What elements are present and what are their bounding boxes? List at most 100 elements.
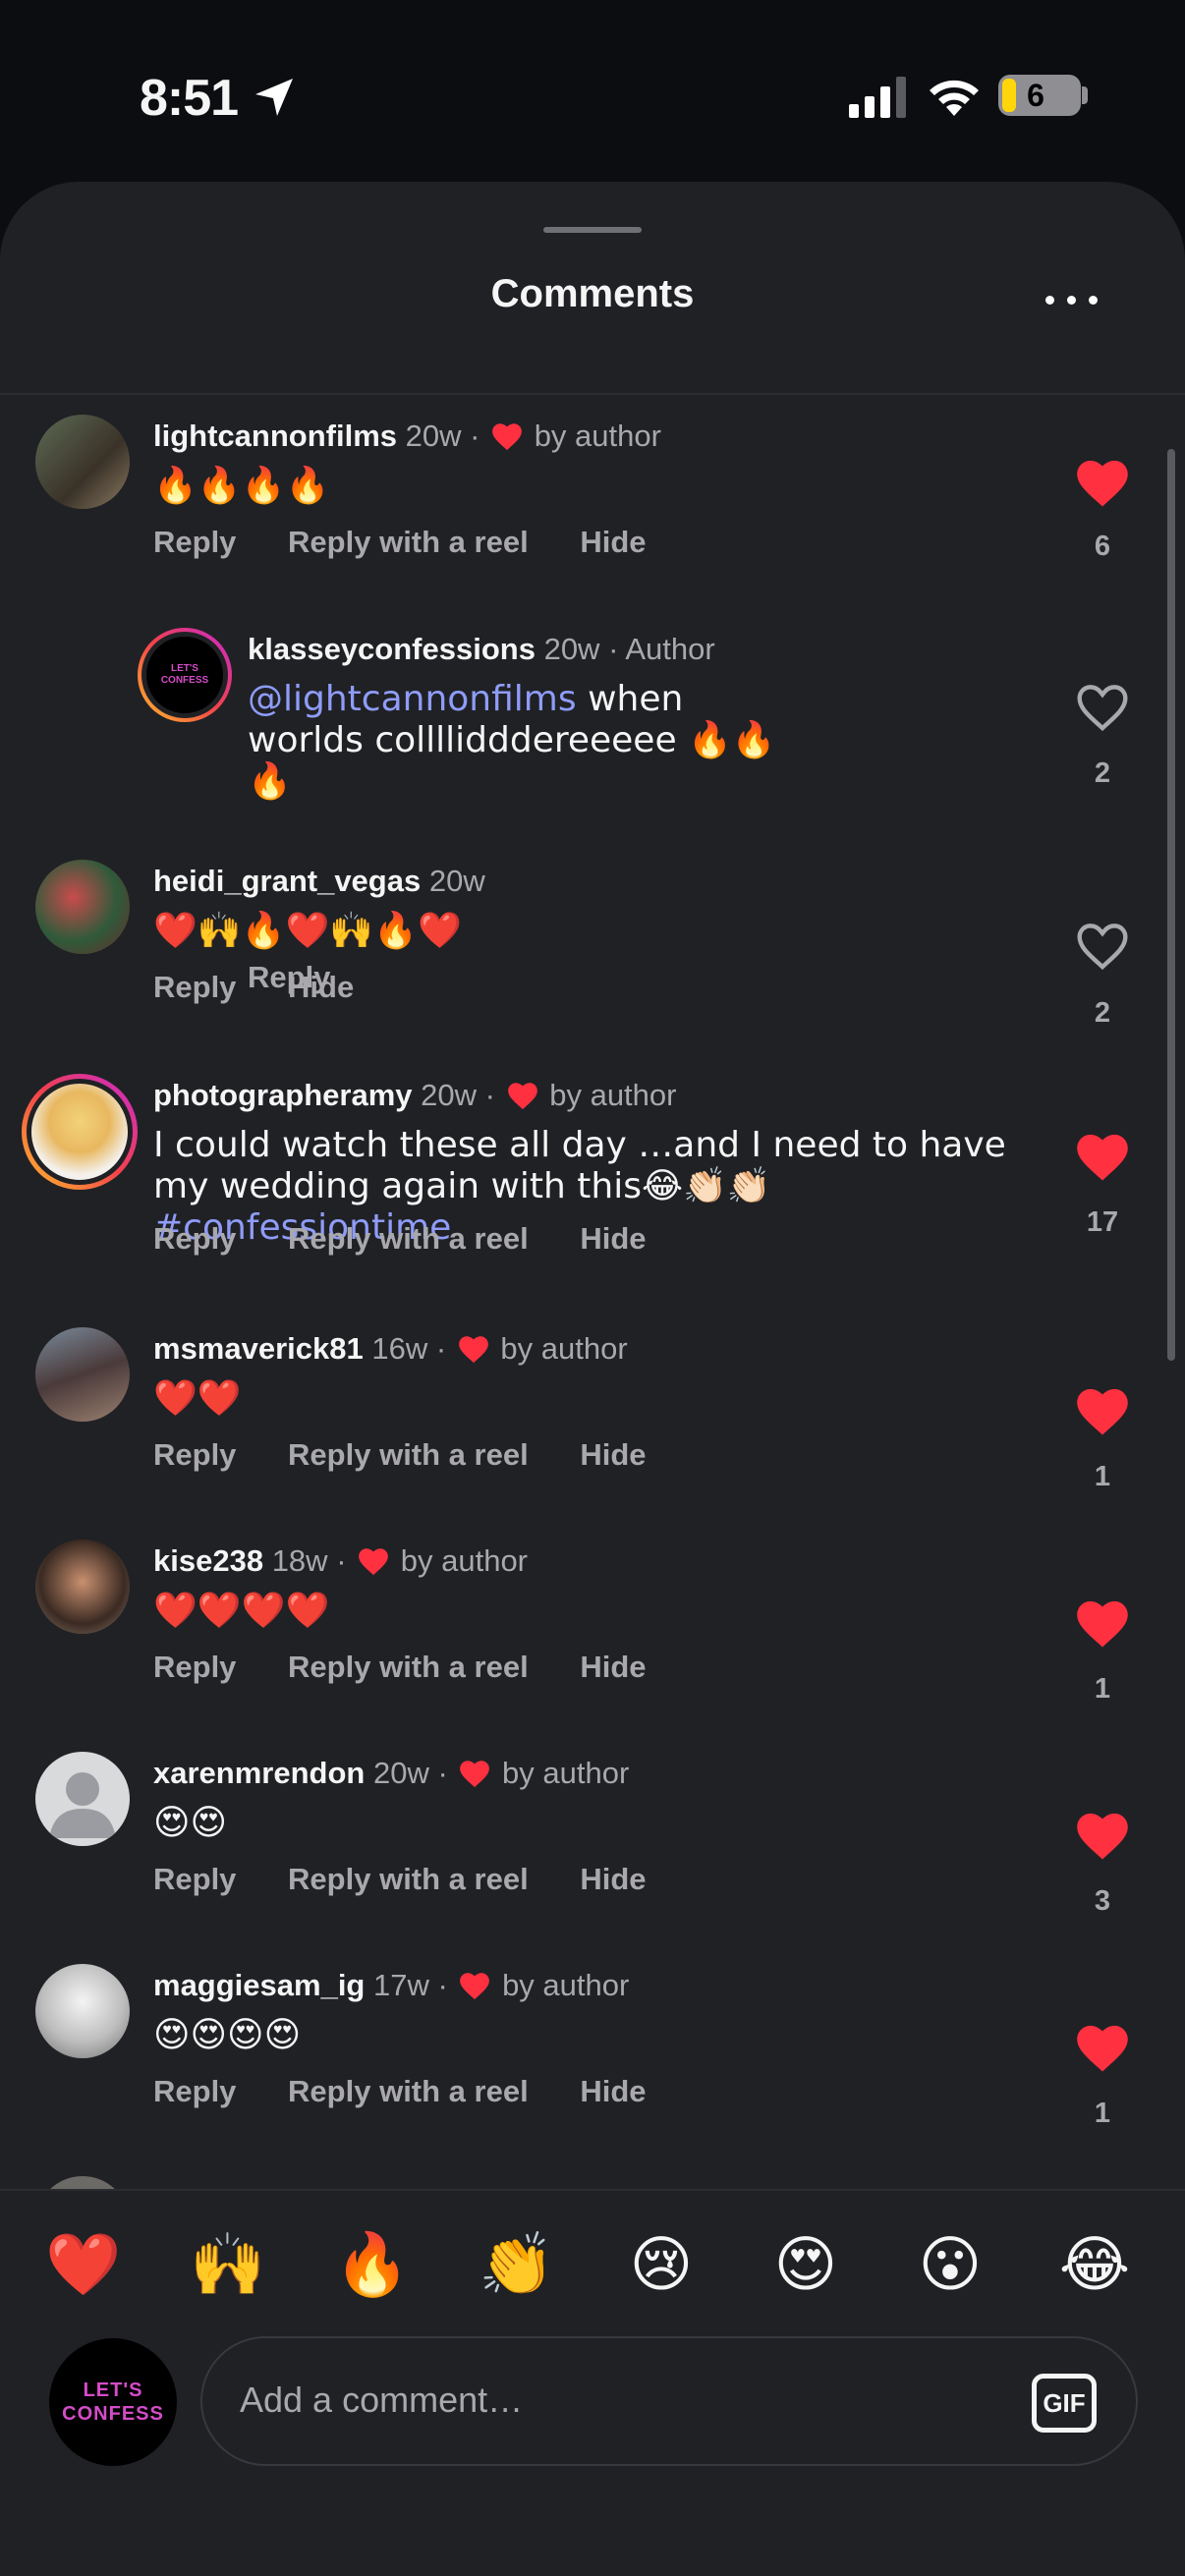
heart-filled-icon[interactable] — [1073, 456, 1132, 509]
avatar[interactable] — [35, 1540, 130, 1634]
like-count: 1 — [1094, 1461, 1111, 1492]
composer-avatar: LET'S CONFESS — [49, 2338, 177, 2466]
sheet-grabber[interactable] — [543, 227, 642, 233]
heart-outline-icon[interactable] — [1073, 680, 1132, 733]
comment-meta-suffix: by author — [502, 1756, 630, 1790]
avatar[interactable]: LET'S CONFESS — [138, 628, 232, 722]
hide-button[interactable]: Hide — [580, 525, 646, 559]
comment-username[interactable]: kise238 — [153, 1543, 263, 1578]
avatar[interactable] — [35, 860, 130, 954]
like-count: 17 — [1086, 1206, 1119, 1238]
status-time: 8:51 — [140, 70, 239, 127]
like-count: 2 — [1094, 757, 1111, 789]
more-options-button[interactable] — [1042, 280, 1104, 319]
hide-button[interactable]: Hide — [580, 1862, 646, 1896]
comment-text: 😍😍😍😍 — [153, 2015, 302, 2055]
default-avatar-icon[interactable] — [35, 1752, 130, 1846]
avatar[interactable] — [35, 1327, 130, 1422]
quick-reactions: ❤️ 🙌 🔥 👏 😢 😍 😮 😂 — [0, 2220, 1185, 2309]
hide-button[interactable]: Hide — [580, 1221, 646, 1256]
scrollbar[interactable] — [1167, 449, 1175, 1361]
comment-age: 20w — [405, 419, 462, 453]
comment-username[interactable]: xarenmrendon — [153, 1756, 365, 1790]
comment-username[interactable]: photographeramy — [153, 1078, 413, 1112]
comment-username[interactable]: maggiesam_ig — [153, 1968, 365, 2002]
heart-filled-icon[interactable] — [1073, 1809, 1132, 1862]
like-count: 1 — [1094, 2098, 1111, 2129]
heart-filled-icon[interactable] — [1073, 2021, 1132, 2074]
reply-with-reel-button[interactable]: Reply with a reel — [288, 1862, 529, 1896]
wifi-icon — [930, 80, 979, 116]
reply-with-reel-button[interactable]: Reply with a reel — [288, 1437, 529, 1472]
avatar[interactable] — [35, 415, 130, 509]
reply-button[interactable]: Reply — [153, 970, 236, 1004]
reaction-clap[interactable]: 👏 — [473, 2220, 561, 2309]
reaction-raised-hands[interactable]: 🙌 — [184, 2220, 272, 2309]
reply-with-reel-button[interactable]: Reply with a reel — [288, 2074, 529, 2108]
reply-button[interactable]: Reply — [153, 1221, 236, 1256]
comment-age: 17w — [373, 1968, 429, 2002]
status-bar: 8:51 6 — [0, 0, 1185, 187]
comment-meta-suffix: by author — [534, 419, 661, 453]
comment-text: 😍😍 — [153, 1803, 228, 1843]
comment-meta-suffix: by author — [400, 1543, 529, 1578]
heart-filled-icon[interactable] — [1073, 1384, 1132, 1437]
heart-filled-icon[interactable] — [1073, 1596, 1132, 1650]
location-arrow-icon — [255, 79, 293, 116]
comment-username[interactable]: lightcannonfilms — [153, 419, 397, 453]
comment-username[interactable]: msmaverick81 — [153, 1331, 364, 1366]
avatar[interactable] — [35, 1964, 130, 2058]
like-count: 6 — [1094, 531, 1111, 562]
like-count: 1 — [1094, 1673, 1111, 1705]
author-heart-icon — [458, 1336, 488, 1364]
battery-level: 6 — [1027, 78, 1044, 113]
gif-button[interactable]: GIF — [1032, 2374, 1097, 2433]
reaction-laughing[interactable]: 😂 — [1050, 2220, 1139, 2309]
author-heart-icon — [507, 1083, 537, 1110]
reaction-heart[interactable]: ❤️ — [39, 2220, 128, 2309]
comment-text: ❤️❤️ — [153, 1378, 242, 1419]
avatar[interactable] — [22, 1074, 138, 1190]
heart-filled-icon[interactable] — [1073, 1130, 1132, 1183]
cellular-signal-icon — [849, 77, 906, 118]
header-divider — [0, 393, 1185, 395]
reaction-surprised[interactable]: 😮 — [906, 2220, 994, 2309]
reply-button[interactable]: Reply — [153, 1862, 236, 1896]
like-count: 3 — [1094, 1885, 1111, 1917]
comment-age: 16w — [371, 1331, 428, 1366]
comment-text: ❤️❤️❤️❤️ — [153, 1591, 330, 1631]
like-count: 2 — [1094, 997, 1111, 1029]
reply-button[interactable]: Reply — [153, 1437, 236, 1472]
hide-button[interactable]: Hide — [580, 1650, 646, 1684]
author-heart-icon — [359, 1548, 388, 1576]
reply-with-reel-button[interactable]: Reply with a reel — [288, 1650, 529, 1684]
hide-button[interactable]: Hide — [580, 1437, 646, 1472]
reply-with-reel-button[interactable]: Reply with a reel — [288, 1221, 529, 1256]
avatar-logo-text: LET'S CONFESS — [160, 663, 209, 686]
reaction-heart-eyes[interactable]: 😍 — [762, 2220, 850, 2309]
reaction-fire[interactable]: 🔥 — [328, 2220, 417, 2309]
reply-button[interactable]: Reply — [153, 1650, 236, 1684]
comment-text: ❤️🙌🔥❤️🙌🔥❤️ — [153, 911, 462, 951]
comment-age: 20w — [372, 1756, 429, 1790]
comment-username[interactable]: heidi_grant_vegas — [153, 864, 421, 898]
comment-username[interactable]: klasseyconfessions — [248, 632, 536, 666]
reply-with-reel-button[interactable]: Reply with a reel — [288, 525, 529, 559]
reply-button[interactable]: Reply — [153, 525, 236, 559]
mention-link[interactable]: @lightcannonfilms — [248, 679, 577, 719]
heart-outline-icon[interactable] — [1073, 919, 1132, 972]
author-heart-icon — [492, 423, 522, 451]
hide-button[interactable]: Hide — [580, 2074, 646, 2108]
comment-meta-suffix: by author — [500, 1331, 628, 1366]
comment-input-placeholder: Add a comment… — [240, 2380, 524, 2420]
hide-button[interactable]: Hide — [288, 970, 354, 1004]
comment-age: 20w — [543, 632, 600, 666]
reaction-crying[interactable]: 😢 — [617, 2220, 705, 2309]
comment-meta-suffix: by author — [502, 1968, 630, 2002]
comment-age: 20w — [428, 864, 485, 898]
comment-input[interactable]: Add a comment… GIF — [200, 2336, 1138, 2466]
battery-icon: 6 — [998, 75, 1081, 116]
reply-button[interactable]: Reply — [153, 2074, 236, 2108]
comment-text: @lightcannonfilms when worlds colllliddd… — [248, 679, 776, 802]
comment-age: 20w — [421, 1078, 478, 1112]
